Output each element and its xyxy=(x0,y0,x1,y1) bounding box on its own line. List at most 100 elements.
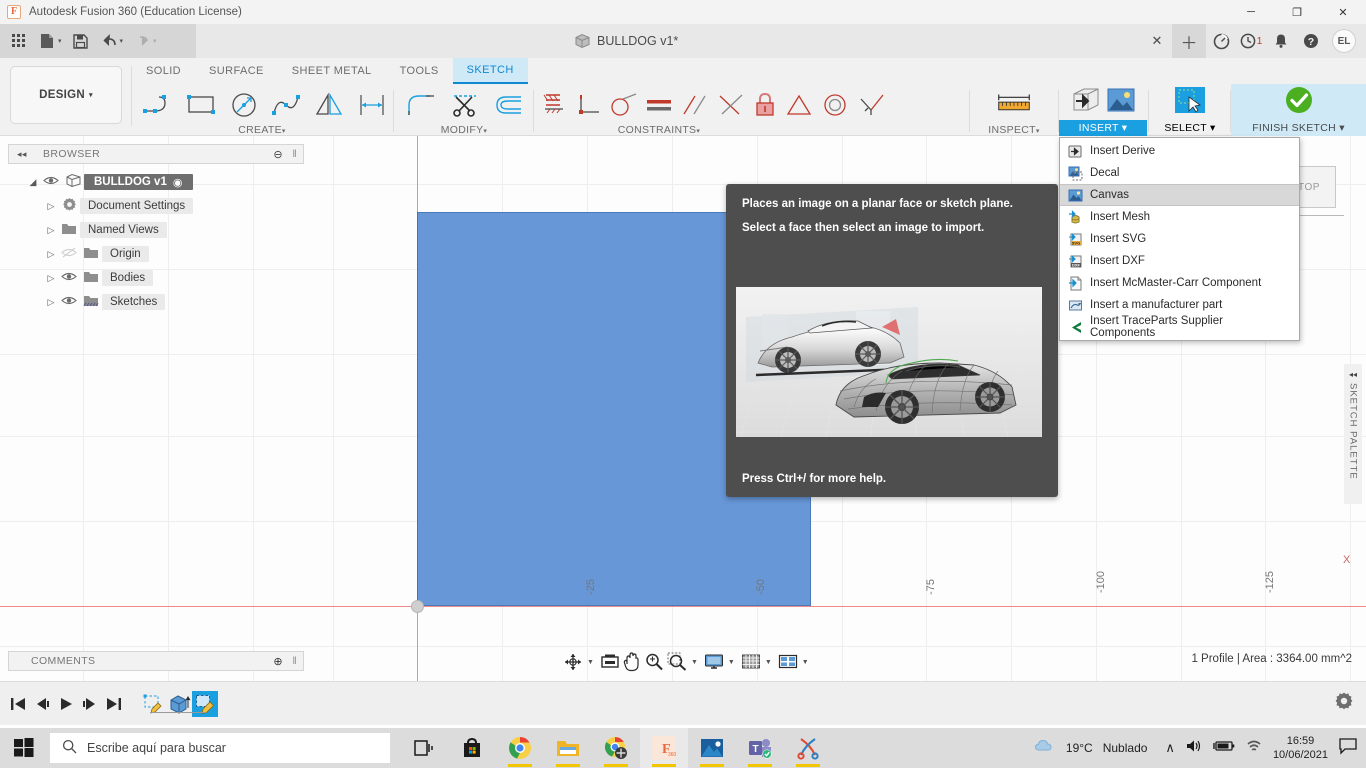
step-forward-icon[interactable] xyxy=(78,689,102,719)
concentric-constraint-icon[interactable] xyxy=(818,84,852,126)
zoom-icon[interactable] xyxy=(644,652,664,672)
tree-item-origin[interactable]: ▷ Origin xyxy=(8,242,304,266)
comments-header[interactable]: COMMENTS ⊕ ‖ xyxy=(8,651,304,671)
zoom-window-icon[interactable] xyxy=(667,652,687,672)
browser-minimize-icon[interactable]: ⊖ xyxy=(273,148,283,161)
snip-sketch-icon[interactable] xyxy=(784,728,832,768)
show-hidden-icons-chevron-icon[interactable]: ∧ xyxy=(1165,740,1175,756)
parallel-constraint-icon[interactable] xyxy=(678,84,712,126)
trim-scissors-icon[interactable] xyxy=(444,84,486,126)
go-to-end-icon[interactable] xyxy=(102,689,126,719)
tab-sketch[interactable]: SKETCH xyxy=(452,58,528,84)
look-at-icon[interactable] xyxy=(600,653,620,671)
measure-icon[interactable] xyxy=(993,84,1035,126)
panel-inspect-label[interactable]: INSPECT▾ xyxy=(970,124,1058,136)
expander-icon[interactable]: ▷ xyxy=(44,225,58,236)
insert-button[interactable]: INSERT ▾ xyxy=(1059,84,1147,136)
orbit-icon[interactable] xyxy=(563,652,583,672)
microsoft-store-icon[interactable] xyxy=(448,728,496,768)
midpoint-constraint-icon[interactable] xyxy=(782,84,816,126)
redo-icon[interactable] xyxy=(129,28,155,54)
menu-item-decal[interactable]: Decal xyxy=(1060,162,1299,184)
close-button[interactable]: ✕ xyxy=(1320,0,1366,24)
browser-grip-icon[interactable]: ‖ xyxy=(292,149,297,160)
tab-tools[interactable]: TOOLS xyxy=(386,58,453,84)
taskbar-clock[interactable]: 16:59 10/06/2021 xyxy=(1273,734,1328,762)
display-settings-icon[interactable] xyxy=(704,653,724,671)
menu-item-canvas[interactable]: Canvas xyxy=(1060,184,1299,206)
rectangle-icon[interactable] xyxy=(181,84,222,126)
insert-dropdown-menu[interactable]: Insert Derive Decal Canvas Insert Mesh S… xyxy=(1059,137,1300,341)
new-caret-icon[interactable]: ▾ xyxy=(58,37,62,45)
taskbar-search-box[interactable]: Escribe aquí para buscar xyxy=(50,733,390,763)
tangent-constraint-icon[interactable] xyxy=(606,84,640,126)
undo-icon[interactable] xyxy=(96,28,122,54)
weather-icon[interactable] xyxy=(1034,738,1056,759)
sketch-origin-point[interactable] xyxy=(411,600,424,613)
step-back-icon[interactable] xyxy=(30,689,54,719)
redo-caret-icon[interactable]: ▾ xyxy=(153,37,157,45)
grid-caret-icon[interactable]: ▼ xyxy=(765,659,772,666)
collinear-constraint-icon[interactable] xyxy=(714,84,748,126)
visibility-icon[interactable] xyxy=(40,175,62,189)
perpendicular-constraint-icon[interactable] xyxy=(572,84,604,126)
minimize-button[interactable]: ─ xyxy=(1228,0,1274,24)
finish-sketch-button[interactable]: FINISH SKETCH ▾ xyxy=(1231,84,1366,136)
fusion-360-icon[interactable]: F 360 xyxy=(640,728,688,768)
activate-component-icon[interactable]: ◉ xyxy=(173,176,183,189)
insert-derive-tool-icon[interactable] xyxy=(1070,85,1104,120)
document-tab[interactable]: BULLDOG v1* xyxy=(560,24,693,58)
menu-item-insert-derive[interactable]: Insert Derive xyxy=(1060,140,1299,162)
menu-item-insert-mesh[interactable]: Insert Mesh xyxy=(1060,206,1299,228)
sketch-dimension-icon[interactable] xyxy=(351,84,392,126)
recent-icon[interactable]: 1 xyxy=(1236,24,1266,58)
search-input[interactable]: Escribe aquí para buscar xyxy=(87,741,226,755)
tree-item-named-views[interactable]: ▷ Named Views xyxy=(8,218,304,242)
select-button-label[interactable]: SELECT ▾ xyxy=(1150,120,1230,136)
mirror-icon[interactable] xyxy=(309,84,350,126)
new-tab-button[interactable]: ＋ xyxy=(1172,24,1206,58)
spline-icon[interactable] xyxy=(266,84,307,126)
menu-item-insert-manufacturer-part[interactable]: Insert a manufacturer part xyxy=(1060,294,1299,316)
finish-sketch-label[interactable]: FINISH SKETCH ▾ xyxy=(1231,120,1366,136)
tree-item-document-settings[interactable]: ▷ Document Settings xyxy=(8,194,304,218)
circle-icon[interactable] xyxy=(223,84,264,126)
volume-icon[interactable] xyxy=(1185,738,1203,759)
file-explorer-icon[interactable] xyxy=(544,728,592,768)
expand-palette-icon[interactable]: ◂◂ xyxy=(1349,370,1357,379)
expander-icon[interactable]: ▷ xyxy=(44,273,58,284)
google-chrome-icon[interactable] xyxy=(496,728,544,768)
fix-lock-icon[interactable] xyxy=(750,84,780,126)
menu-item-insert-svg[interactable]: SVG Insert SVG xyxy=(1060,228,1299,250)
symmetry-constraint-icon[interactable] xyxy=(854,84,888,126)
insert-button-label[interactable]: INSERT ▾ xyxy=(1059,120,1147,136)
action-center-icon[interactable] xyxy=(1338,737,1358,760)
visibility-icon[interactable] xyxy=(58,295,80,309)
comments-grip-icon[interactable]: ‖ xyxy=(292,656,297,667)
chrome-secondary-icon[interactable] xyxy=(592,728,640,768)
wifi-icon[interactable] xyxy=(1245,739,1263,758)
close-tab-button[interactable]: ✕ xyxy=(1142,24,1172,58)
pan-icon[interactable] xyxy=(623,652,641,672)
go-to-beginning-icon[interactable] xyxy=(6,689,30,719)
new-document-icon[interactable] xyxy=(34,28,60,54)
tree-item-bulldog[interactable]: ◢ BULLDOG v1 ◉ xyxy=(8,170,304,194)
tab-surface[interactable]: SURFACE xyxy=(195,58,278,84)
task-view-icon[interactable] xyxy=(400,728,448,768)
zoom-window-caret-icon[interactable]: ▼ xyxy=(691,659,698,666)
collapse-browser-icon[interactable]: ◂◂ xyxy=(17,149,27,160)
play-icon[interactable] xyxy=(54,689,78,719)
equal-constraint-icon[interactable] xyxy=(642,84,676,126)
menu-item-insert-dxf[interactable]: DXF Insert DXF xyxy=(1060,250,1299,272)
menu-item-insert-traceparts[interactable]: Insert TraceParts Supplier Components xyxy=(1060,315,1299,339)
expander-icon[interactable]: ▷ xyxy=(44,201,58,212)
display-caret-icon[interactable]: ▼ xyxy=(728,659,735,666)
fillet-icon[interactable] xyxy=(400,84,442,126)
photos-icon[interactable] xyxy=(688,728,736,768)
menu-item-insert-mcmaster-carr[interactable]: Insert McMaster-Carr Component xyxy=(1060,272,1299,294)
grid-snaps-icon[interactable] xyxy=(741,653,761,671)
canvas-tool-icon[interactable] xyxy=(1106,86,1136,119)
battery-icon[interactable] xyxy=(1213,739,1235,758)
offset-icon[interactable] xyxy=(488,84,530,126)
timeline-settings-icon[interactable] xyxy=(1334,691,1354,716)
